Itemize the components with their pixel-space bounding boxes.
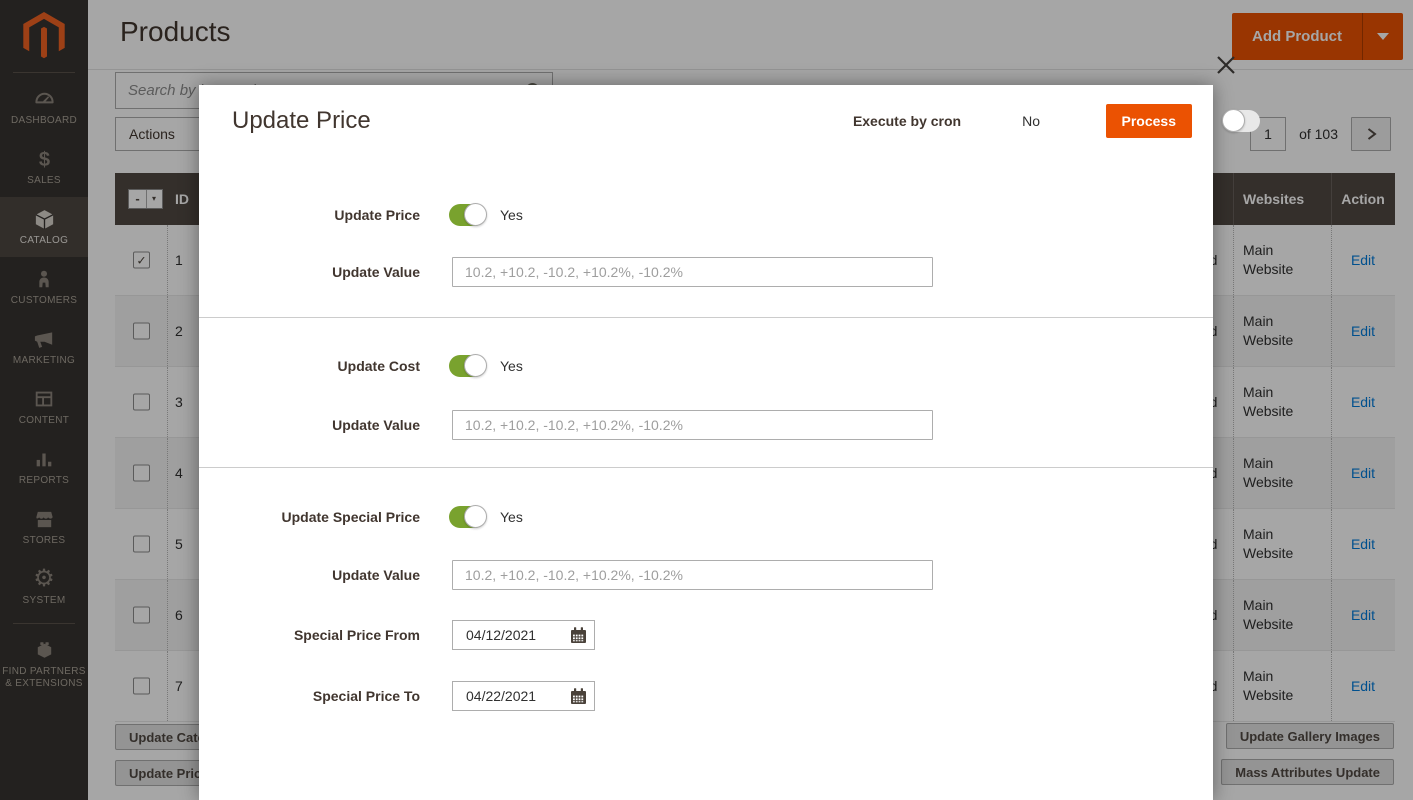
- value-field: Update Value: [199, 560, 1213, 590]
- toggle-knob: [464, 505, 487, 528]
- value-field: Update Value: [199, 410, 1213, 440]
- toggle-switch[interactable]: [449, 505, 487, 528]
- date-input-box: [452, 620, 595, 650]
- calendar-icon[interactable]: [567, 624, 589, 646]
- date-field: Special Price To: [199, 681, 1213, 711]
- toggle-state-label: Yes: [500, 358, 523, 374]
- execute-by-cron-field: Execute by cron No: [852, 109, 1261, 132]
- execute-by-cron-state: No: [1022, 113, 1040, 129]
- date-input[interactable]: [453, 683, 549, 709]
- update-value-input[interactable]: [452, 257, 933, 287]
- process-button[interactable]: Process: [1105, 104, 1192, 138]
- date-input-box: [452, 681, 595, 711]
- toggle-switch[interactable]: [449, 203, 487, 226]
- toggle-knob: [464, 203, 487, 226]
- screen: DASHBOARD $ SALES CATALOG CUSTOMERS MARKETING…: [0, 0, 1413, 800]
- update-value-input[interactable]: [452, 410, 933, 440]
- toggle-field: Update Cost Yes: [199, 354, 1213, 377]
- field-label: Update Value: [332, 567, 420, 583]
- section-divider: [199, 317, 1213, 318]
- execute-by-cron-toggle[interactable]: [1222, 109, 1261, 132]
- toggle-switch[interactable]: [449, 354, 487, 377]
- field-label: Update Price: [334, 207, 420, 223]
- field-label: Update Special Price: [281, 509, 420, 525]
- field-label: Special Price To: [312, 688, 420, 704]
- toggle-state-label: Yes: [500, 509, 523, 525]
- field-label: Update Cost: [337, 358, 420, 374]
- update-value-input[interactable]: [452, 560, 933, 590]
- toggle-field: Update Special Price Yes: [199, 505, 1213, 528]
- field-label: Update Value: [332, 417, 420, 433]
- field-label: Update Value: [332, 264, 420, 280]
- date-field: Special Price From: [199, 620, 1213, 650]
- calendar-icon[interactable]: [567, 685, 589, 707]
- execute-by-cron-label: Execute by cron: [852, 113, 962, 129]
- toggle-knob: [464, 354, 487, 377]
- toggle-field: Update Price Yes: [199, 203, 1213, 226]
- toggle-state-label: Yes: [500, 207, 523, 223]
- update-price-modal: Update Price Execute by cron No Process …: [199, 85, 1261, 800]
- date-input[interactable]: [453, 622, 549, 648]
- value-field: Update Value: [199, 257, 1213, 287]
- close-icon[interactable]: [1211, 51, 1241, 81]
- section-divider: [199, 467, 1213, 468]
- field-label: Special Price From: [293, 627, 420, 643]
- toggle-knob: [1222, 109, 1246, 132]
- modal-title: Update Price: [232, 107, 371, 134]
